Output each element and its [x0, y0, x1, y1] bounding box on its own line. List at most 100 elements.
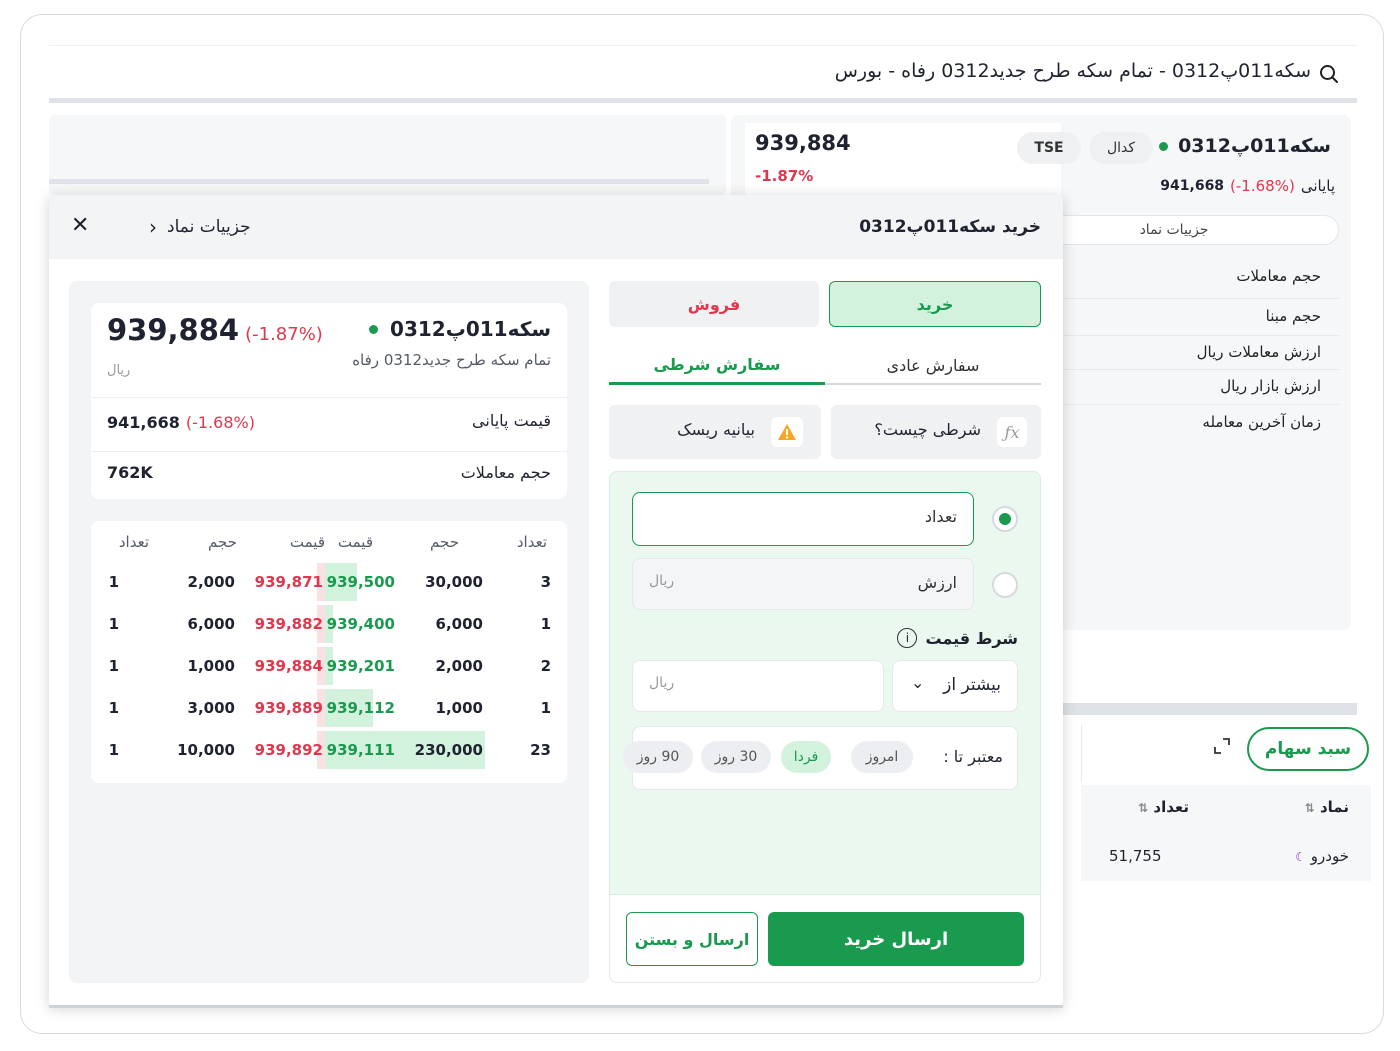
ob-buy-volume: 30,000 [425, 573, 483, 591]
basket-panel: سبد سهام نماد ⇅ تعداد ⇅ خودرو ☾ 51,755 [1061, 715, 1371, 1015]
ob-buy-volume: 2,000 [435, 657, 483, 675]
submit-close-button[interactable]: ارسال و بستن [626, 912, 758, 966]
ob-sell-price: 939,889 [254, 699, 323, 717]
info-icon[interactable]: i [897, 628, 918, 648]
modal-header: خرید سکه011پ0312 جزییات نماد ‹ ✕ [49, 195, 1063, 259]
ob-header-buy-volume: حجم [430, 533, 459, 551]
symbol-name: سکه011پ0312 [1178, 135, 1331, 157]
expand-icon[interactable] [1213, 737, 1231, 755]
closing-price-change: (-1.68%) [185, 413, 255, 432]
ob-buy-count: 3 [540, 573, 551, 591]
ob-header-sell-price: قیمت [289, 533, 325, 551]
trade-value-row-label: ارزش معاملات ریال [1196, 343, 1321, 361]
chart-scrollbar [49, 179, 709, 184]
sell-tab[interactable]: فروش [609, 281, 819, 327]
search-bar[interactable]: سکه011پ0312 - تمام سکه طرح جدید0312 رفاه… [49, 45, 1357, 97]
ob-sell-price: 939,892 [254, 741, 323, 759]
summary-unit: ریال [107, 363, 131, 378]
orderbook-row[interactable]: 1 1,000 939,112 939,889 3,000 1 [91, 689, 567, 731]
ob-buy-count: 1 [540, 615, 551, 633]
ob-buy-price: 939,500 [326, 573, 395, 591]
closing-change: (-1.68%) [1230, 177, 1295, 195]
ob-sell-volume: 2,000 [187, 573, 235, 591]
ob-sell-volume: 1,000 [187, 657, 235, 675]
summary-last-change: (-1.87%) [245, 324, 323, 345]
chevron-left-icon: ‹ [149, 215, 157, 239]
status-dot-icon [1159, 141, 1169, 151]
table-row[interactable]: خودرو ☾ 51,755 [1081, 833, 1371, 881]
close-icon[interactable]: ✕ [71, 213, 89, 238]
ob-sell-volume: 6,000 [187, 615, 235, 633]
market-value-row-label: ارزش بازار ریال [1220, 377, 1321, 395]
basket-button[interactable]: سبد سهام [1247, 727, 1369, 771]
ob-sell-count: 1 [108, 657, 119, 675]
risk-statement-button[interactable]: بیانیه ریسک [609, 405, 821, 459]
basket-col-count[interactable]: تعداد ⇅ [1138, 798, 1189, 816]
value-radio[interactable] [992, 572, 1018, 598]
buy-tab[interactable]: خرید [829, 281, 1041, 327]
summary-last-price: 939,884 [107, 313, 240, 347]
value-input[interactable]: ارزش ریال [632, 558, 974, 610]
closing-label: پایانی [1300, 177, 1335, 195]
closing-price: 941,668 [1160, 178, 1225, 194]
modal-title: خرید سکه011پ0312 [859, 217, 1041, 237]
chevron-down-icon: ⌄ [911, 673, 925, 692]
valid-option-90days[interactable]: 90 روز [623, 741, 693, 773]
ob-buy-count: 2 [540, 657, 551, 675]
ob-header-sell-count: تعداد [118, 533, 149, 551]
price-condition-label: شرط قیمت i [897, 628, 1018, 648]
valid-option-today[interactable]: امروز [851, 741, 913, 773]
radio-dot [999, 513, 1011, 525]
divider [1049, 298, 1339, 299]
symbol-details-link[interactable]: جزییات نماد ‹ [149, 215, 251, 239]
divider [49, 1005, 1063, 1008]
condition-select[interactable]: بیشتر از ⌄ [892, 660, 1018, 712]
orderbook: تعداد حجم قیمت قیمت حجم تعداد 3 30,000 939… [91, 521, 567, 783]
qty-radio[interactable] [992, 506, 1018, 532]
ob-buy-price: 939,112 [326, 699, 395, 717]
ob-sell-count: 1 [108, 573, 119, 591]
divider [1049, 404, 1339, 405]
ob-sell-count: 1 [108, 699, 119, 717]
chart-panel [49, 115, 726, 195]
buy-order-modal: خرید سکه011پ0312 جزییات نماد ‹ ✕ خرید فر… [49, 195, 1063, 1007]
submit-buy-button[interactable]: ارسال خرید [768, 912, 1024, 966]
tse-badge[interactable]: TSE [1017, 132, 1081, 164]
ob-sell-count: 1 [108, 741, 119, 759]
status-dot-icon [369, 324, 379, 334]
last-price: 939,884 [755, 131, 851, 155]
condition-price-input[interactable]: ریال [632, 660, 884, 712]
qty-input[interactable]: تعداد [632, 492, 974, 546]
volume-label: حجم معاملات [460, 463, 551, 482]
tab-normal-order[interactable]: سفارش عادی [825, 347, 1041, 385]
ob-buy-volume: 6,000 [435, 615, 483, 633]
search-query: سکه011پ0312 - تمام سکه طرح جدید0312 رفاه… [834, 60, 1311, 82]
ob-header-sell-volume: حجم [208, 533, 237, 551]
ob-sell-price: 939,884 [254, 657, 323, 675]
codal-badge[interactable]: کدال [1089, 132, 1153, 164]
divider [1061, 703, 1357, 715]
closing-price-value: 941,668 [107, 413, 180, 432]
symbol-summary-card: سکه011پ0312 تمام سکه طرح جدید0312 رفاه 9… [91, 303, 567, 499]
ob-header-buy-count: تعداد [516, 533, 547, 551]
divider [91, 397, 567, 398]
ob-buy-price: 939,201 [326, 657, 395, 675]
orderbook-row[interactable]: 3 30,000 939,500 939,871 2,000 1 [91, 563, 567, 605]
closing-price-label: قیمت پایانی [472, 411, 551, 430]
summary-symbol-name: سکه011پ0312 [390, 317, 551, 341]
orderbook-row[interactable]: 23 230,000 939,111 939,892 10,000 1 [91, 731, 567, 773]
basket-row-symbol: خودرو ☾ [1295, 847, 1349, 865]
tab-conditional-order[interactable]: سفارش شرطی [609, 347, 825, 385]
ob-buy-volume: 230,000 [414, 741, 483, 759]
what-is-condition-button[interactable]: شرطی چیست؟ ƒx [831, 405, 1041, 459]
valid-option-tomorrow[interactable]: فردا [781, 741, 831, 773]
orderbook-row[interactable]: 2 2,000 939,201 939,884 1,000 1 [91, 647, 567, 689]
volume-value: 762K [107, 463, 153, 482]
sort-icon: ⇅ [1304, 801, 1315, 815]
valid-option-30days[interactable]: 30 روز [701, 741, 771, 773]
divider [1049, 335, 1339, 336]
last-change: -1.87% [755, 167, 814, 185]
orderbook-row[interactable]: 1 6,000 939,400 939,882 6,000 1 [91, 605, 567, 647]
ob-buy-count: 23 [530, 741, 551, 759]
basket-col-symbol[interactable]: نماد ⇅ [1305, 798, 1349, 816]
